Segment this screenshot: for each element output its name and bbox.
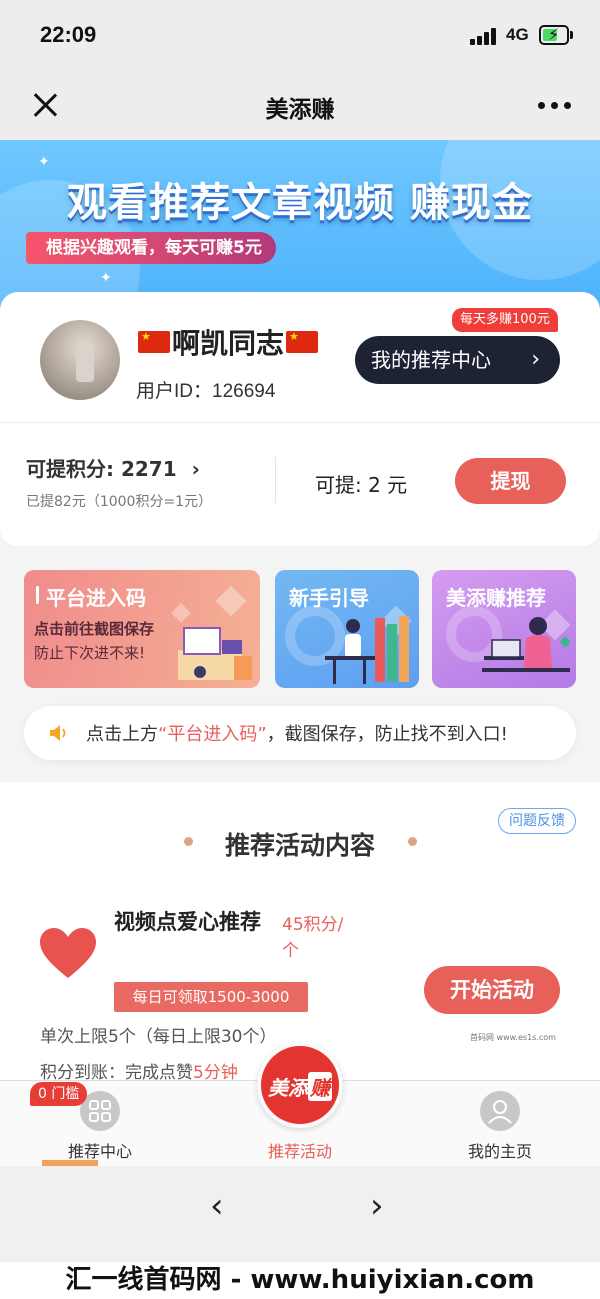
banner-subtitle: 根据兴趣观看，每天可赚5元 — [26, 232, 276, 264]
tile-title: 平台进入码 — [46, 586, 146, 610]
sparkle-icon: ✦ — [38, 154, 50, 170]
withdraw-button[interactable]: 提现 — [455, 458, 566, 504]
start-activity-button[interactable]: 开始活动 — [424, 966, 560, 1014]
china-flag-icon — [286, 330, 319, 353]
chevron-right-icon: › — [191, 457, 200, 481]
username: 啊凯同志 — [136, 322, 320, 362]
tile-entry-code[interactable]: 平台进入码 点击前往截图保存 防止下次进不来! — [24, 570, 260, 688]
tab-label: 我的主页 — [467, 1142, 532, 1161]
status-time: 22:09 — [40, 22, 97, 47]
profile-card: 啊凯同志 用户ID：126694 每天多赚100元 我的推荐中心 › — [0, 292, 600, 422]
banner-headline: 观看推荐文章视频 赚现金 — [67, 180, 533, 226]
recommend-center-label: 我的推荐中心 — [371, 348, 491, 372]
tile-recommend[interactable]: 美添赚推荐 — [432, 570, 576, 688]
tab-label: 推荐中心 — [67, 1142, 132, 1161]
browser-toolbar: ‹ › — [0, 1166, 600, 1266]
tile-title: 新手引导 — [289, 586, 369, 610]
office-illustration — [178, 627, 252, 680]
watermark-text: 汇一线首码网 - www.huiyixian.com — [0, 1262, 600, 1299]
bonus-badge: 每天多赚100元 — [452, 308, 558, 332]
points-balance[interactable]: 可提积分: 2271 › — [26, 453, 200, 482]
threshold-badge: 0 门槛 — [30, 1082, 88, 1106]
speaker-icon — [50, 725, 66, 741]
tile-line: 防止下次进不来! — [34, 644, 146, 662]
watermark-small: 首码网 www.es1s.com — [470, 1033, 556, 1042]
divider — [275, 457, 276, 503]
activity-name: 视频点爱心推荐 — [114, 910, 261, 934]
status-bar: 22:09 4G ⚡ — [0, 0, 600, 72]
page-title: 美添赚 — [265, 97, 335, 123]
battery-icon: ⚡ — [539, 25, 569, 45]
app-logo-button[interactable]: 美添赚 — [257, 1042, 343, 1128]
avatar[interactable] — [40, 320, 120, 400]
tile-beginner-guide[interactable]: 新手引导 — [275, 570, 419, 688]
points-panel: 可提积分: 2271 › 已提82元（1000积分=1元） 可提: 2 元 提现 — [0, 422, 600, 546]
heart-icon — [40, 928, 96, 978]
withdrawable-amount: 可提: 2 元 — [315, 473, 408, 497]
user-icon — [480, 1091, 520, 1131]
sparkle-icon: ✦ — [100, 270, 112, 286]
activity-daily-tag: 每日可领取1500-3000 — [114, 982, 308, 1012]
section-title: 推荐活动内容 — [224, 831, 375, 860]
chevron-right-icon: › — [531, 347, 540, 372]
forward-icon[interactable]: › — [370, 1186, 384, 1226]
recommend-center-button[interactable]: 我的推荐中心 › — [355, 336, 560, 384]
tab-my-home[interactable]: 我的主页 — [400, 1081, 600, 1167]
network-type: 4G — [506, 25, 529, 44]
more-icon[interactable] — [538, 102, 572, 110]
notice-text: 点击上方“平台进入码”，截图保存，防止找不到入口! — [86, 724, 508, 745]
user-id: 用户ID：126694 — [136, 381, 276, 402]
activity-limit: 单次上限5个（每日上限30个） — [40, 1027, 277, 1047]
back-icon[interactable]: ‹ — [210, 1186, 224, 1226]
reading-illustration — [325, 616, 409, 684]
tile-title: 美添赚推荐 — [446, 586, 546, 610]
notice-highlight: “平台进入码” — [158, 724, 267, 745]
tile-line: 点击前往截图保存 — [34, 620, 155, 638]
nav-bar: 美添赚 — [0, 72, 600, 140]
promo-banner[interactable]: ✦ ✦ 观看推荐文章视频 赚现金 根据兴趣观看，每天可赚5元 — [0, 140, 600, 310]
signal-icon — [470, 27, 500, 45]
china-flag-icon — [138, 330, 170, 353]
laptop-illustration — [482, 617, 570, 672]
points-detail: 已提82元（1000积分=1元） — [26, 494, 213, 510]
notice-bar: 点击上方“平台进入码”，截图保存，防止找不到入口! — [24, 706, 576, 760]
activity-rate: 45积分/个 — [282, 915, 344, 961]
tab-label: 推荐活动 — [267, 1142, 332, 1161]
